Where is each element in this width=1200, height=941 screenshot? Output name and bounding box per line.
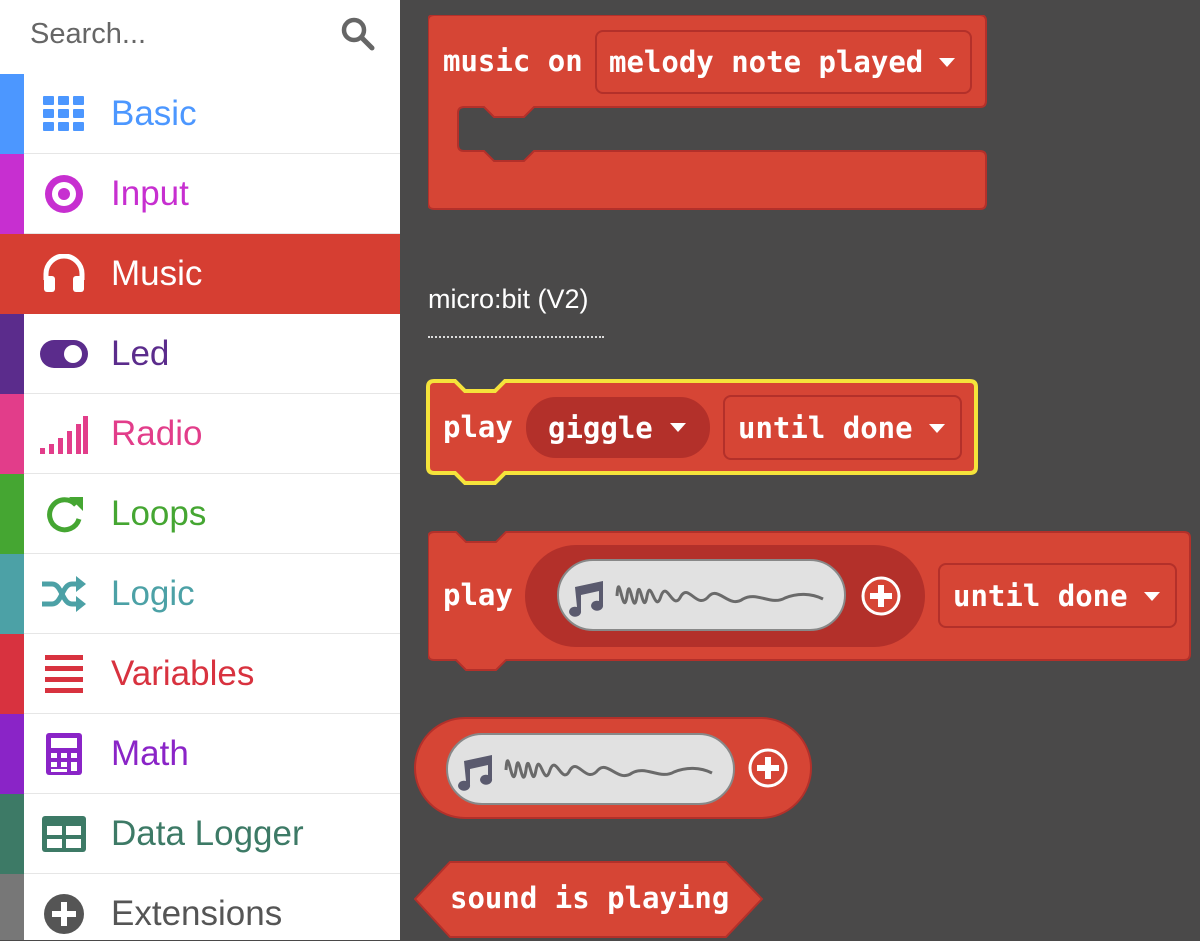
shuffle-icon [40,574,88,614]
category-input[interactable]: Input [0,154,400,234]
sound-waveform-editor[interactable] [557,559,846,631]
category-label: Loops [111,494,207,533]
add-sound-button[interactable] [747,747,789,789]
play-label: play [443,578,513,612]
category-extensions[interactable]: Extensions [0,874,400,940]
list-icon [40,654,88,694]
toolbox-sidebar: Basic Input Music Led [0,0,400,940]
category-color-stripe [0,634,24,714]
calculator-icon [40,733,88,775]
melody-event-value: melody note played [609,45,924,79]
music-on-label: music on [443,44,583,78]
chevron-down-icon [670,423,686,432]
sound-value: giggle [548,411,653,445]
category-label: Logic [111,574,195,613]
category-data-logger[interactable]: Data Logger [0,794,400,874]
add-sound-button[interactable] [860,575,902,617]
music-note-waveform-icon [569,581,824,617]
table-icon [40,814,88,854]
category-loops[interactable]: Loops [0,474,400,554]
category-label: Variables [111,654,255,693]
refresh-icon [40,494,88,534]
category-label: Extensions [111,894,283,933]
section-divider [428,336,604,338]
search-icon[interactable] [338,14,378,54]
section-label: micro:bit (V2) [428,284,589,314]
sound-expression-block[interactable] [414,717,812,819]
play-label: play [443,410,513,444]
grid-icon [40,94,88,134]
category-label: Radio [111,414,203,453]
play-mode-value: until done [953,579,1128,613]
melody-event-dropdown[interactable]: melody note played [595,30,972,94]
signal-bars-icon [40,414,88,454]
category-math[interactable]: Math [0,714,400,794]
category-color-stripe [0,394,24,474]
category-color-stripe [0,554,24,634]
sound-dropdown[interactable]: giggle [526,397,710,458]
chevron-down-icon [929,424,945,433]
chevron-down-icon [1144,592,1160,601]
category-logic[interactable]: Logic [0,554,400,634]
category-color-stripe [0,874,24,940]
category-basic[interactable]: Basic [0,74,400,154]
sound-is-playing-label: sound is playing [450,881,730,915]
play-mode-value: until done [738,411,913,445]
category-color-stripe [0,714,24,794]
plus-circle-icon [40,894,88,934]
category-color-stripe [0,234,24,314]
target-icon [40,174,88,214]
category-label: Music [111,254,203,293]
chevron-down-icon [939,58,955,67]
toggle-icon [40,334,88,374]
category-label: Input [111,174,189,213]
category-label: Basic [111,94,197,133]
category-led[interactable]: Led [0,314,400,394]
category-color-stripe [0,794,24,874]
search-input[interactable] [30,12,320,56]
headphones-icon [40,254,88,294]
category-color-stripe [0,474,24,554]
category-label: Math [111,734,189,773]
category-color-stripe [0,314,24,394]
search-bar [0,0,400,72]
sound-expression-slot [525,545,925,647]
play-mode-dropdown[interactable]: until done [723,395,962,460]
category-variables[interactable]: Variables [0,634,400,714]
play-mode-dropdown[interactable]: until done [938,563,1177,628]
category-color-stripe [0,154,24,234]
sound-waveform-editor[interactable] [446,733,735,805]
music-note-waveform-icon [458,755,713,791]
category-label: Led [111,334,170,373]
category-color-stripe [0,74,24,154]
category-music[interactable]: Music [0,234,400,314]
category-label: Data Logger [111,814,304,853]
category-radio[interactable]: Radio [0,394,400,474]
